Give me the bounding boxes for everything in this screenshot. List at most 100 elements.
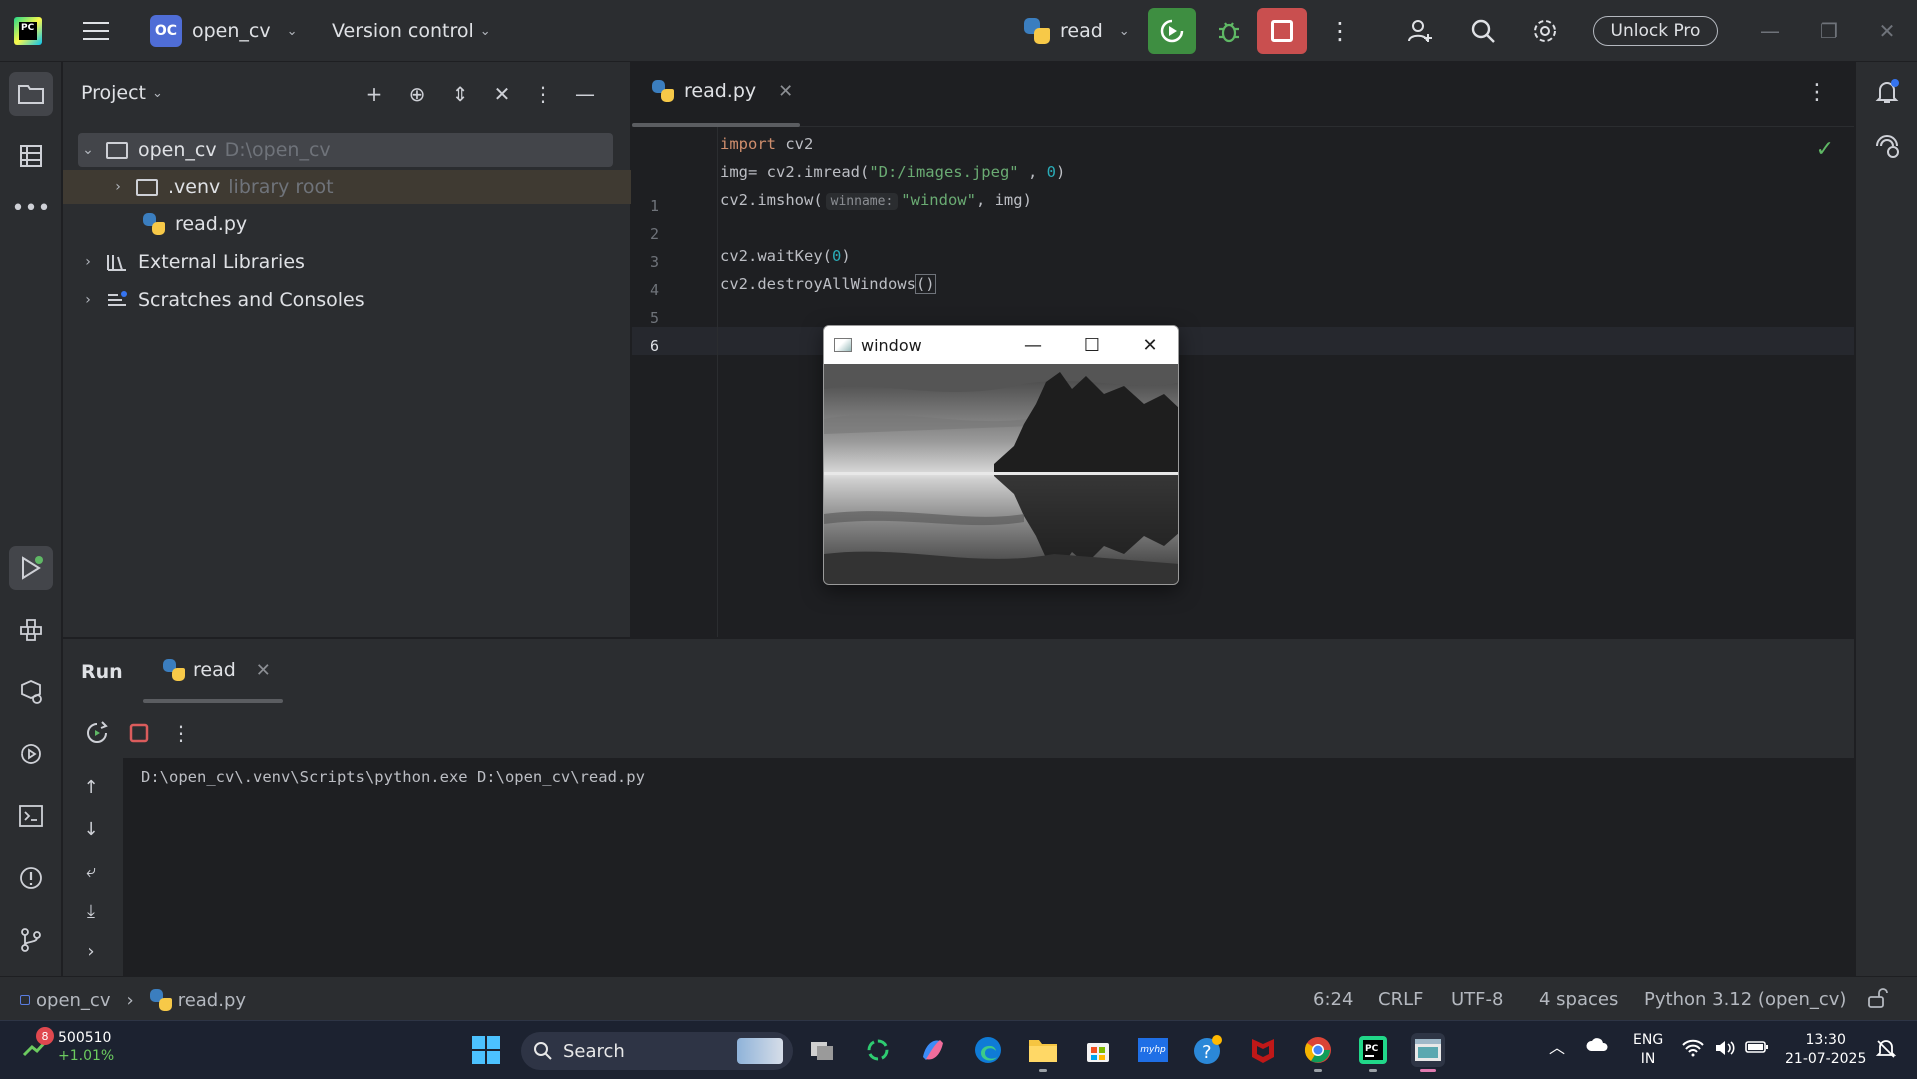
close-icon[interactable]: ✕ — [1137, 332, 1163, 358]
expand-chevron-icon[interactable]: › — [77, 937, 105, 965]
code-line-6[interactable]: cv2.destroyAllWindows() — [720, 274, 936, 294]
rerun-icon[interactable] — [83, 719, 111, 747]
clock[interactable]: 13:30 21-07-2025 — [1785, 1031, 1866, 1069]
gear-icon[interactable] — [1528, 14, 1562, 48]
mcafee-icon[interactable] — [1246, 1033, 1280, 1067]
tree-item-venv[interactable]: › .venv library root — [63, 170, 631, 204]
locate-file-icon[interactable]: ⊕ — [403, 80, 431, 108]
scroll-down-icon[interactable]: ↓ — [77, 815, 105, 843]
code-line-2[interactable]: img= cv2.imread("D:/images.jpeg" , 0) — [720, 163, 1065, 181]
opencv-window-taskbar-icon[interactable] — [1411, 1033, 1445, 1072]
python-interpreter[interactable]: Python 3.12 (open_cv) — [1644, 989, 1846, 1010]
minimize-icon[interactable]: — — [1020, 332, 1046, 358]
more-actions-button[interactable]: ⋮ — [1328, 0, 1352, 62]
ai-assistant-icon[interactable] — [1865, 124, 1909, 168]
code-line-3[interactable]: cv2.imshow(winname: "window", img) — [720, 191, 1032, 210]
pycharm-taskbar-icon[interactable]: PC — [1356, 1033, 1390, 1072]
more-tools-icon[interactable]: ••• — [9, 186, 53, 230]
caret-position[interactable]: 6:24 — [1313, 989, 1353, 1010]
language-indicator[interactable]: ENG IN — [1633, 1031, 1663, 1069]
tree-item-open-cv[interactable]: ⌄ open_cv D:\open_cv — [78, 133, 613, 167]
project-switcher[interactable]: OC open_cv ⌄ — [150, 0, 298, 62]
help-icon[interactable]: ? — [1191, 1033, 1225, 1067]
file-encoding[interactable]: UTF-8 — [1451, 989, 1503, 1010]
console-output[interactable]: D:\open_cv\.venv\Scripts\python.exe D:\o… — [123, 758, 1854, 977]
python-packages-icon[interactable] — [9, 608, 53, 652]
services-icon[interactable] — [9, 670, 53, 714]
run-configuration-selector[interactable]: read ⌄ — [1024, 0, 1130, 62]
collapse-all-icon[interactable]: ✕ — [488, 80, 516, 108]
code-line-5[interactable]: cv2.waitKey(0) — [720, 247, 851, 265]
tree-item-scratches[interactable]: › Scratches and Consoles — [63, 283, 631, 317]
editor-tab-options-icon[interactable]: ⋮ — [1806, 80, 1828, 105]
opencv-window-titlebar[interactable]: window — ☐ ✕ — [824, 326, 1178, 364]
line-separator[interactable]: CRLF — [1378, 989, 1423, 1010]
volume-icon[interactable] — [1714, 1039, 1736, 1063]
copilot-icon[interactable] — [916, 1033, 950, 1067]
terminal-icon[interactable] — [9, 794, 53, 838]
lock-icon[interactable] — [1866, 987, 1888, 1014]
stock-widget[interactable]: 8 500510 +1.01% — [22, 1027, 114, 1065]
breadcrumb-project[interactable]: open_cv — [36, 990, 110, 1011]
opencv-image-window[interactable]: window — ☐ ✕ — [823, 325, 1179, 585]
add-user-icon[interactable] — [1403, 14, 1437, 48]
run-tab-read[interactable]: read ✕ — [163, 659, 271, 681]
pycharm-logo-icon[interactable]: PC — [14, 17, 42, 45]
git-branch-icon[interactable] — [9, 918, 53, 962]
maximize-icon[interactable]: ☐ — [1079, 332, 1105, 358]
breadcrumb-file[interactable]: read.py — [178, 990, 246, 1011]
myhp-icon[interactable]: myhp — [1136, 1033, 1170, 1067]
close-window-icon[interactable]: ✕ — [1874, 18, 1900, 44]
close-tab-icon[interactable]: ✕ — [256, 660, 271, 681]
close-tab-icon[interactable]: ✕ — [778, 81, 793, 102]
new-file-icon[interactable]: + — [360, 80, 388, 108]
minimize-window-icon[interactable]: — — [1757, 18, 1783, 44]
tree-item-external-libraries[interactable]: › External Libraries — [63, 245, 631, 279]
chrome-icon[interactable] — [1301, 1033, 1335, 1072]
onedrive-cloud-icon[interactable] — [1585, 1037, 1609, 1059]
panel-options-icon[interactable]: ⋮ — [529, 80, 557, 108]
stop-button[interactable] — [1257, 8, 1307, 54]
structure-icon[interactable] — [9, 134, 53, 178]
edge-browser-icon[interactable] — [971, 1033, 1005, 1067]
chevron-right-icon[interactable]: › — [108, 179, 128, 195]
windows-start-icon[interactable] — [469, 1033, 503, 1067]
stop-icon[interactable] — [125, 719, 153, 747]
wifi-icon[interactable] — [1682, 1039, 1704, 1063]
scroll-to-end-icon[interactable]: ⤓ — [77, 897, 105, 925]
breadcrumb[interactable]: open_cv › read.py — [20, 989, 246, 1011]
more-options-icon[interactable]: ⋮ — [167, 719, 195, 747]
rerun-button[interactable] — [1148, 8, 1196, 54]
show-hidden-icons[interactable]: ︿ — [1549, 1038, 1565, 1057]
do-not-disturb-icon[interactable] — [1875, 1038, 1897, 1066]
battery-icon[interactable] — [1745, 1039, 1769, 1061]
editor-tab-read-py[interactable]: read.py ✕ — [652, 80, 793, 102]
project-view-selector[interactable]: Project ⌄ — [81, 82, 163, 104]
no-problems-check-icon[interactable]: ✓ — [1816, 137, 1834, 162]
notifications-bell-icon[interactable] — [1865, 70, 1909, 114]
project-folder-icon[interactable] — [9, 72, 53, 116]
tree-item-read-py[interactable]: read.py — [63, 207, 631, 241]
task-view-icon[interactable] — [806, 1033, 840, 1067]
debug-button[interactable] — [1212, 14, 1246, 48]
run-tool-icon[interactable] — [9, 546, 53, 590]
microsoft-store-icon[interactable] — [1081, 1033, 1115, 1067]
file-explorer-icon[interactable] — [1026, 1033, 1060, 1072]
problems-icon[interactable] — [9, 856, 53, 900]
chevron-right-icon[interactable]: › — [78, 254, 98, 270]
scroll-up-icon[interactable]: ↑ — [77, 773, 105, 801]
search-icon[interactable] — [1466, 14, 1500, 48]
expand-all-icon[interactable]: ⇕ — [446, 80, 474, 108]
chevron-right-icon[interactable]: › — [78, 292, 98, 308]
chevron-down-icon[interactable]: ⌄ — [78, 142, 98, 158]
taskbar-search-box[interactable]: Search — [521, 1032, 793, 1070]
code-line-1[interactable]: import cv2 — [720, 135, 813, 153]
main-menu-button[interactable] — [82, 0, 110, 62]
soft-wrap-icon[interactable]: ⤶ — [77, 857, 105, 885]
python-console-icon[interactable] — [9, 732, 53, 776]
unlock-pro-button[interactable]: Unlock Pro — [1593, 16, 1718, 46]
hide-panel-icon[interactable]: — — [571, 80, 599, 108]
restore-window-icon[interactable]: ❐ — [1816, 18, 1842, 44]
widgets-icon[interactable] — [861, 1033, 895, 1067]
indent-setting[interactable]: 4 spaces — [1539, 989, 1618, 1010]
